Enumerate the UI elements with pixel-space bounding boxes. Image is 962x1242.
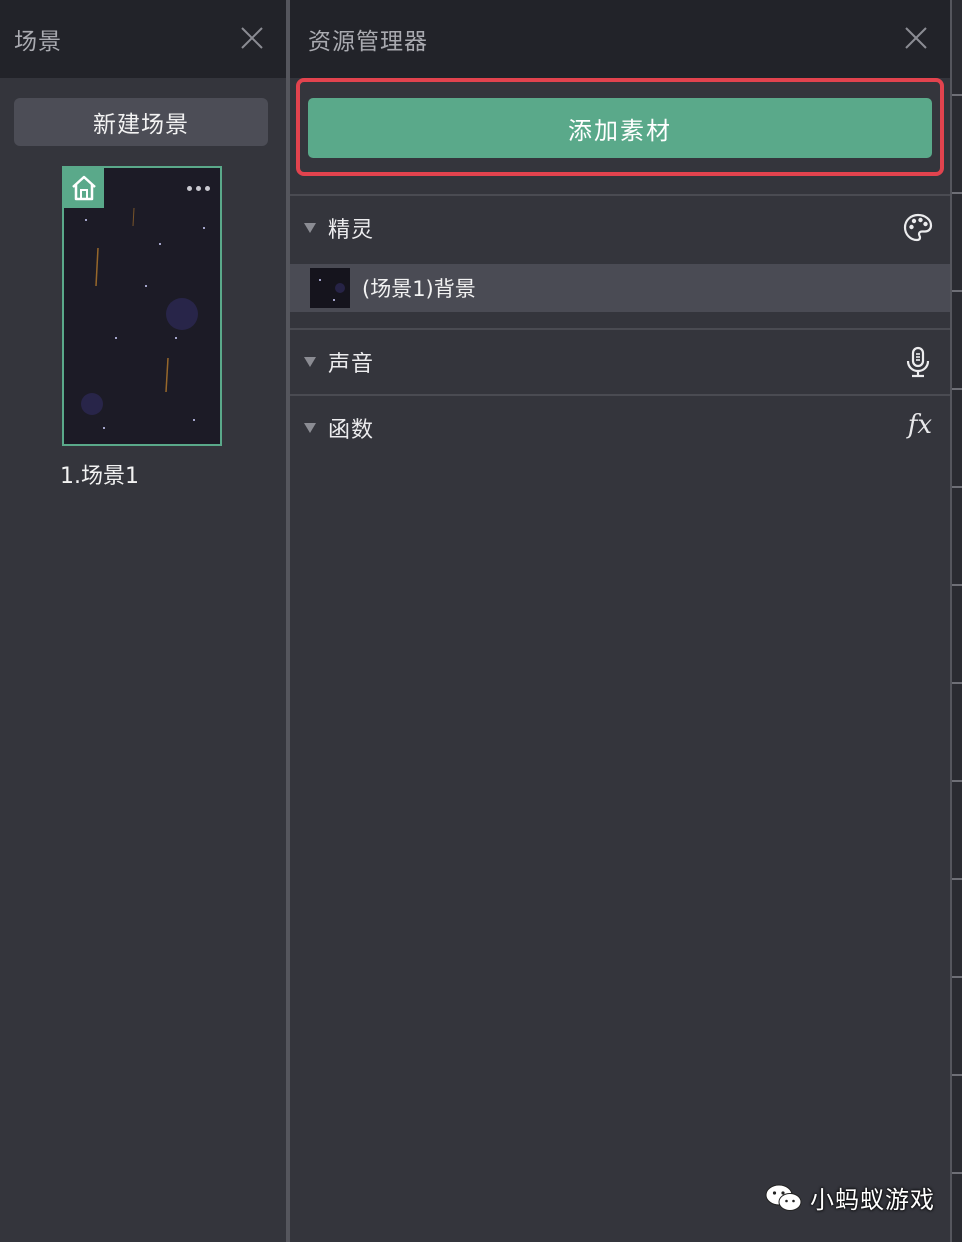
section-sound[interactable]: 声音 (290, 328, 950, 394)
home-icon (72, 175, 96, 201)
ruler-tick (952, 486, 962, 488)
ruler-tick (952, 1172, 962, 1174)
section-sprite[interactable]: 精灵 (290, 194, 950, 260)
scene-thumbnail[interactable] (62, 166, 222, 446)
ruler-tick (952, 290, 962, 292)
scene-panel: 场景 新建场景 1.场景1 (0, 0, 286, 1242)
asset-manager-panel: 资源管理器 添加素材 精灵 (场景1)背景 声音 函数 fx (290, 0, 950, 1242)
scene-thumbnail-art (81, 207, 205, 429)
new-scene-button[interactable]: 新建场景 (14, 98, 268, 146)
sprite-list-item[interactable]: (场景1)背景 (290, 264, 950, 312)
ruler-tick (952, 94, 962, 96)
ruler-tick (952, 192, 962, 194)
sprite-thumbnail (310, 268, 350, 308)
section-function[interactable]: 函数 fx (290, 394, 950, 460)
section-function-label: 函数 (328, 418, 375, 443)
section-sprite-label: 精灵 (328, 218, 375, 243)
ruler-tick (952, 1074, 962, 1076)
ruler-tick (952, 388, 962, 390)
home-badge (64, 168, 104, 208)
watermark-text: 小蚂蚁游戏 (810, 1186, 935, 1214)
wechat-icon (765, 1184, 802, 1211)
ruler-tick (952, 584, 962, 586)
add-asset-button[interactable]: 添加素材 (308, 98, 932, 158)
ruler-tick (952, 976, 962, 978)
caret-down-icon[interactable] (304, 223, 316, 233)
ruler-tick (952, 780, 962, 782)
scene-label[interactable]: 1.场景1 (60, 458, 139, 490)
close-icon[interactable] (902, 24, 930, 52)
scene-panel-header: 场景 (0, 0, 286, 78)
vertical-ruler (950, 0, 962, 1242)
asset-panel-title: 资源管理器 (308, 29, 428, 55)
section-sound-label: 声音 (328, 352, 375, 377)
more-icon[interactable] (187, 186, 210, 191)
asset-panel-header: 资源管理器 (290, 0, 950, 78)
ruler-tick (952, 878, 962, 880)
fx-icon[interactable]: fx (908, 410, 932, 440)
scene-panel-title: 场景 (14, 29, 62, 55)
caret-down-icon[interactable] (304, 423, 316, 433)
ruler-tick (952, 682, 962, 684)
watermark: 小蚂蚁游戏 (764, 1180, 935, 1215)
close-icon[interactable] (238, 24, 266, 52)
sprite-name: (场景1)背景 (362, 277, 476, 301)
microphone-icon[interactable] (902, 346, 934, 378)
caret-down-icon[interactable] (304, 357, 316, 367)
palette-icon[interactable] (902, 212, 934, 244)
